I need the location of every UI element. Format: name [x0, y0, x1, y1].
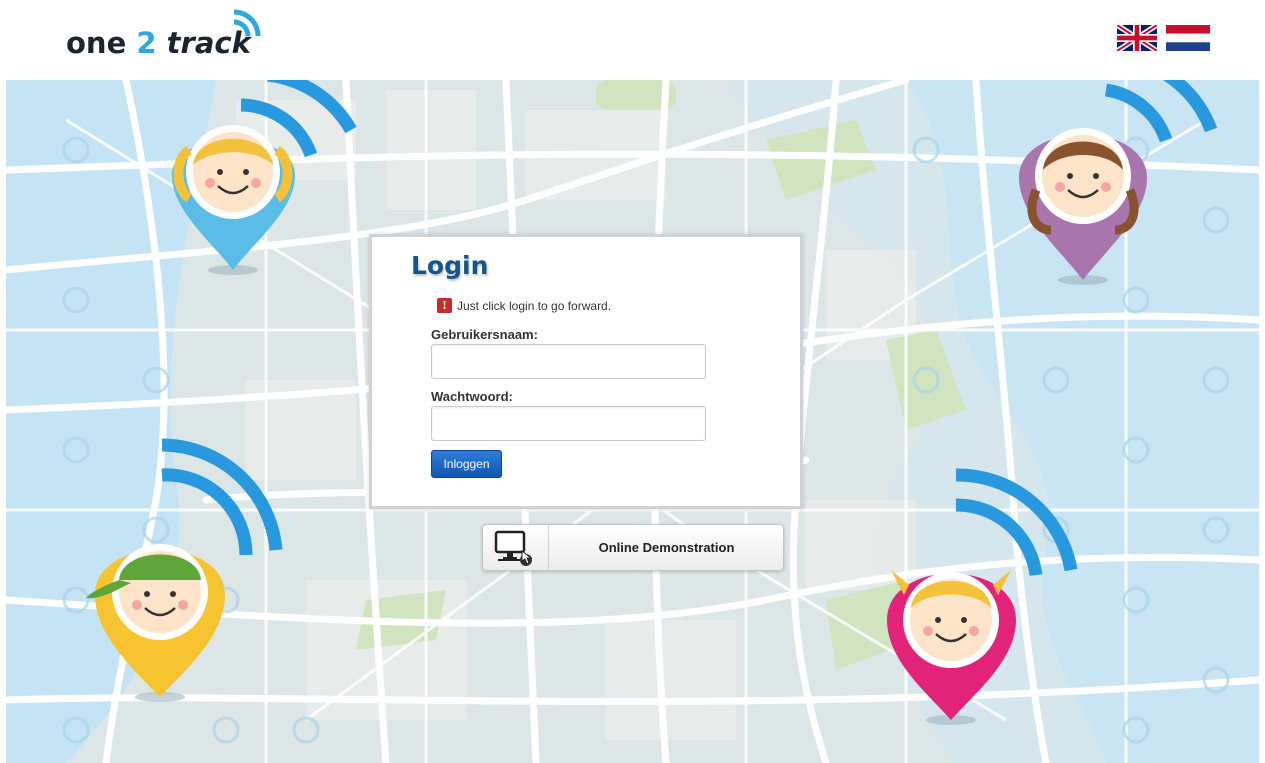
login-button[interactable]: Inloggen [431, 450, 502, 478]
monitor-pointer-icon [494, 530, 533, 566]
logo-wordmark: one 2 track [66, 26, 251, 60]
login-title: Login [411, 251, 489, 280]
online-demonstration-button[interactable]: Online Demonstration [482, 524, 784, 571]
demo-label: Online Demonstration [598, 540, 735, 555]
password-label: Wachtwoord: [431, 389, 513, 404]
demo-icon-container [483, 525, 549, 570]
login-panel: Login ! Just click login to go forward. … [369, 234, 803, 509]
uk-flag-icon[interactable] [1115, 22, 1159, 54]
login-info-message: ! Just click login to go forward. [437, 298, 611, 313]
signal-waves-icon [233, 9, 261, 37]
page-header: one 2 track [0, 0, 1265, 80]
nl-flag-icon[interactable] [1166, 25, 1210, 51]
info-icon: ! [437, 298, 452, 313]
username-input[interactable] [431, 344, 706, 379]
password-input[interactable] [431, 406, 706, 441]
logo-one: one [66, 26, 127, 60]
info-text: Just click login to go forward. [457, 298, 612, 313]
one2track-logo[interactable]: one 2 track [66, 4, 286, 66]
username-label: Gebruikersnaam: [431, 327, 538, 342]
logo-two: 2 [136, 26, 157, 60]
